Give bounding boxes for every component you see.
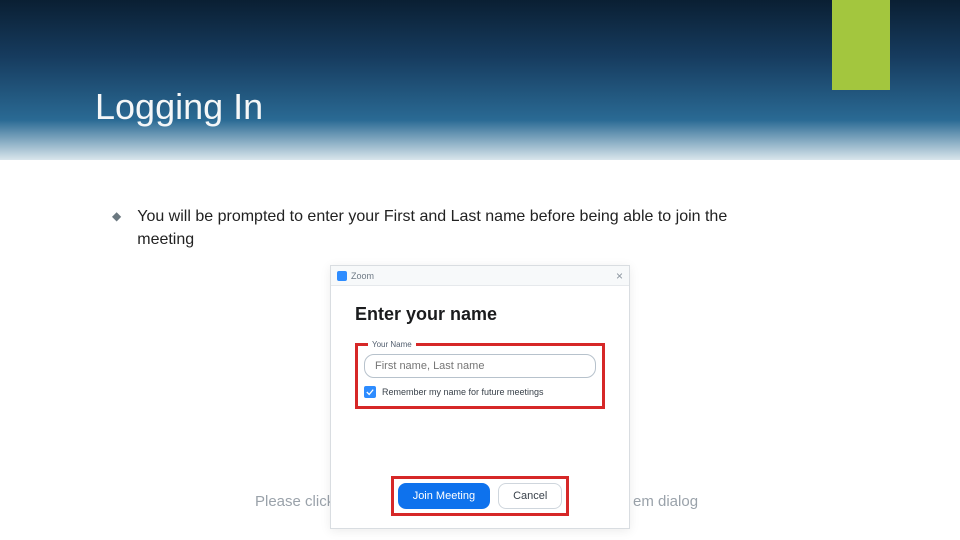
bullet-item: ◆ You will be prompted to enter your Fir… — [112, 205, 860, 251]
remember-label: Remember my name for future meetings — [382, 387, 544, 397]
check-icon — [366, 388, 374, 396]
slide-body: ◆ You will be prompted to enter your Fir… — [0, 160, 960, 251]
dialog-heading: Enter your name — [355, 304, 605, 325]
cancel-button[interactable]: Cancel — [498, 483, 562, 509]
name-input[interactable] — [364, 354, 596, 378]
bullet-text: You will be prompted to enter your First… — [137, 205, 777, 251]
background-text-right: em dialog — [633, 493, 698, 510]
highlighted-buttons: Join Meeting Cancel — [391, 476, 570, 516]
zoom-dialog: Zoom × Enter your name Your Name Remembe… — [330, 265, 630, 529]
accent-block — [832, 0, 890, 90]
slide-title: Logging In — [95, 86, 263, 128]
dialog-button-row: Join Meeting Cancel — [331, 476, 629, 516]
background-text-left: Please click — [255, 493, 334, 510]
dialog-app-name: Zoom — [351, 271, 374, 281]
join-meeting-button[interactable]: Join Meeting — [398, 483, 490, 509]
highlighted-name-group: Your Name Remember my name for future me… — [355, 343, 605, 409]
bullet-diamond-icon: ◆ — [112, 209, 121, 223]
name-field-label: Your Name — [368, 340, 416, 349]
close-icon[interactable]: × — [616, 270, 623, 282]
slide-header: Logging In — [0, 0, 960, 160]
dialog-titlebar: Zoom × — [331, 266, 629, 286]
zoom-logo-icon — [337, 271, 347, 281]
remember-checkbox[interactable] — [364, 386, 376, 398]
